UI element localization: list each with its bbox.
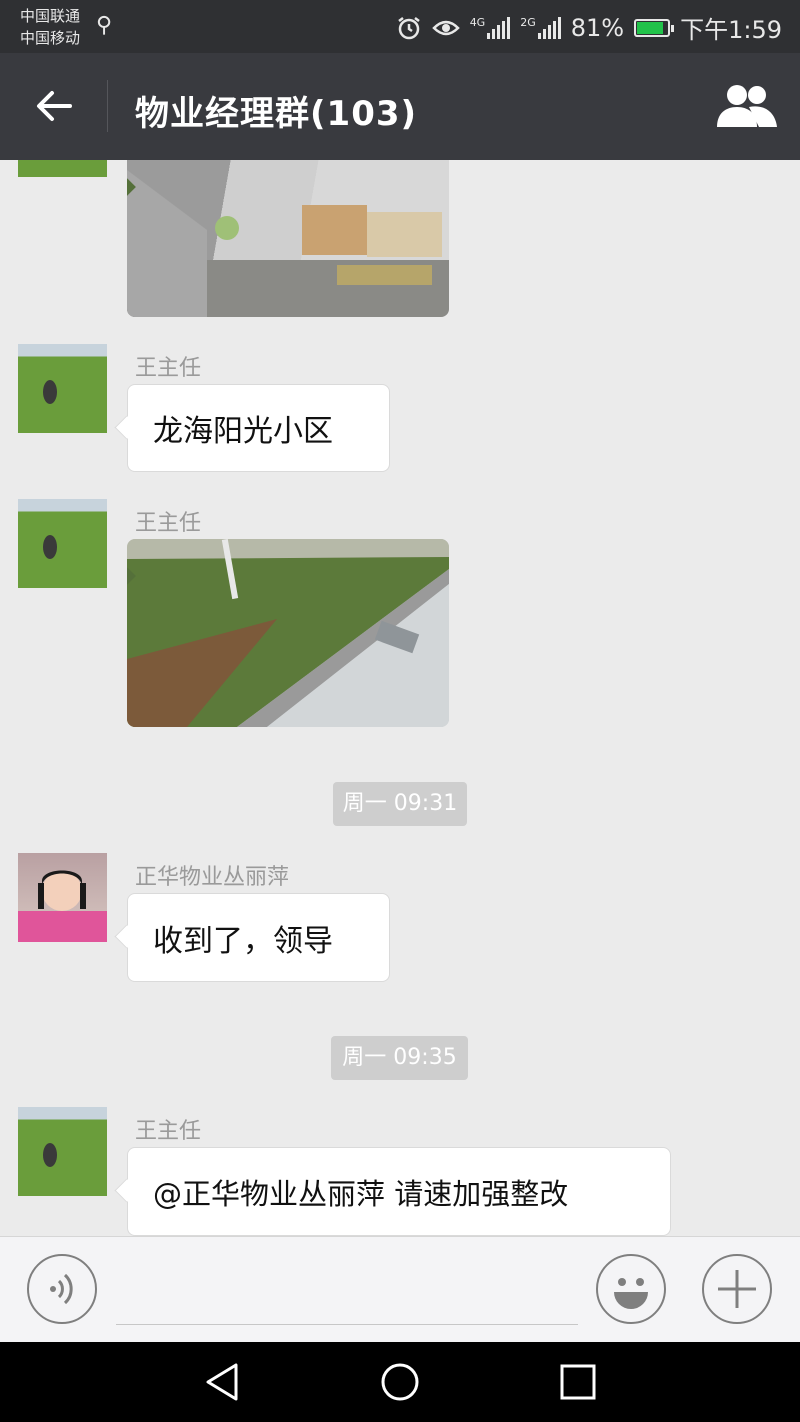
avatar-girl (18, 870, 107, 942)
smiley-icon (614, 1278, 648, 1309)
header-divider (107, 80, 108, 132)
text-message[interactable]: 龙海阳光小区 (127, 384, 390, 472)
status-bar: 中国联通 中国移动 ⚲ 4G 2G 81% 下午1:59 (0, 0, 800, 53)
carrier-2: 中国移动 (20, 29, 81, 47)
message-input[interactable] (116, 1324, 578, 1325)
back-arrow-icon[interactable] (30, 81, 80, 131)
alarm-icon (397, 16, 420, 39)
carrier-names: 中国联通 中国移动 (20, 5, 80, 49)
sender-name: 王主任 (135, 356, 202, 381)
signal-4g: 4G (469, 15, 511, 39)
battery-percent: 81% (570, 13, 625, 42)
back-triangle-icon[interactable] (200, 1362, 244, 1402)
timestamp: 周一 09:35 (331, 1036, 468, 1080)
photo-roadside-lawn (127, 539, 449, 727)
chat-header: 物业经理群(103) (0, 53, 800, 160)
system-navigation-bar (0, 1342, 800, 1422)
emoji-button[interactable] (596, 1254, 666, 1324)
signal-4g-icon (487, 16, 511, 39)
battery-icon (634, 18, 675, 37)
text-message[interactable]: @正华物业丛丽萍 请速加强整改 (127, 1147, 671, 1236)
avatar-figure (43, 380, 57, 404)
sender-name: 王主任 (135, 511, 202, 536)
avatar[interactable] (18, 1107, 107, 1196)
network-4g-label: 4G (469, 15, 486, 29)
image-message[interactable] (127, 160, 449, 317)
chat-title: 物业经理群(103) (135, 94, 418, 134)
input-bar (0, 1236, 800, 1342)
sender-name: 王主任 (135, 1119, 202, 1144)
avatar-figure (43, 1143, 57, 1167)
eye-icon (431, 20, 460, 35)
text-message[interactable]: 收到了，领导 (127, 893, 390, 982)
avatar[interactable] (18, 344, 107, 433)
avatar[interactable] (18, 160, 107, 177)
avatar[interactable] (18, 499, 107, 588)
network-2g-label: 2G (520, 15, 536, 29)
photo-storage-content (127, 170, 449, 317)
avatar[interactable] (18, 853, 107, 942)
image-message[interactable] (127, 539, 449, 727)
message-list[interactable]: 王主任 龙海阳光小区 王主任 周一 09:31 正华物业丛丽萍 收到了，领导 周… (0, 160, 800, 1236)
clock: 下午1:59 (680, 16, 782, 44)
sender-name: 正华物业丛丽萍 (135, 865, 290, 890)
group-members-icon[interactable] (715, 81, 779, 131)
more-options-button[interactable] (702, 1254, 772, 1324)
recents-square-icon[interactable] (556, 1362, 600, 1402)
voice-button[interactable] (27, 1254, 97, 1324)
carrier-1: 中国联通 (20, 7, 81, 25)
signal-2g: 2G (520, 15, 561, 39)
voice-icon (50, 1273, 73, 1305)
avatar-figure (43, 535, 57, 559)
signal-2g-icon (537, 16, 561, 39)
usb-icon: ⚲ (96, 13, 113, 38)
home-circle-icon[interactable] (378, 1360, 422, 1404)
timestamp: 周一 09:31 (333, 782, 467, 826)
status-indicators: 4G 2G 81% 下午1:59 (396, 10, 782, 45)
plus-icon (718, 1270, 756, 1308)
